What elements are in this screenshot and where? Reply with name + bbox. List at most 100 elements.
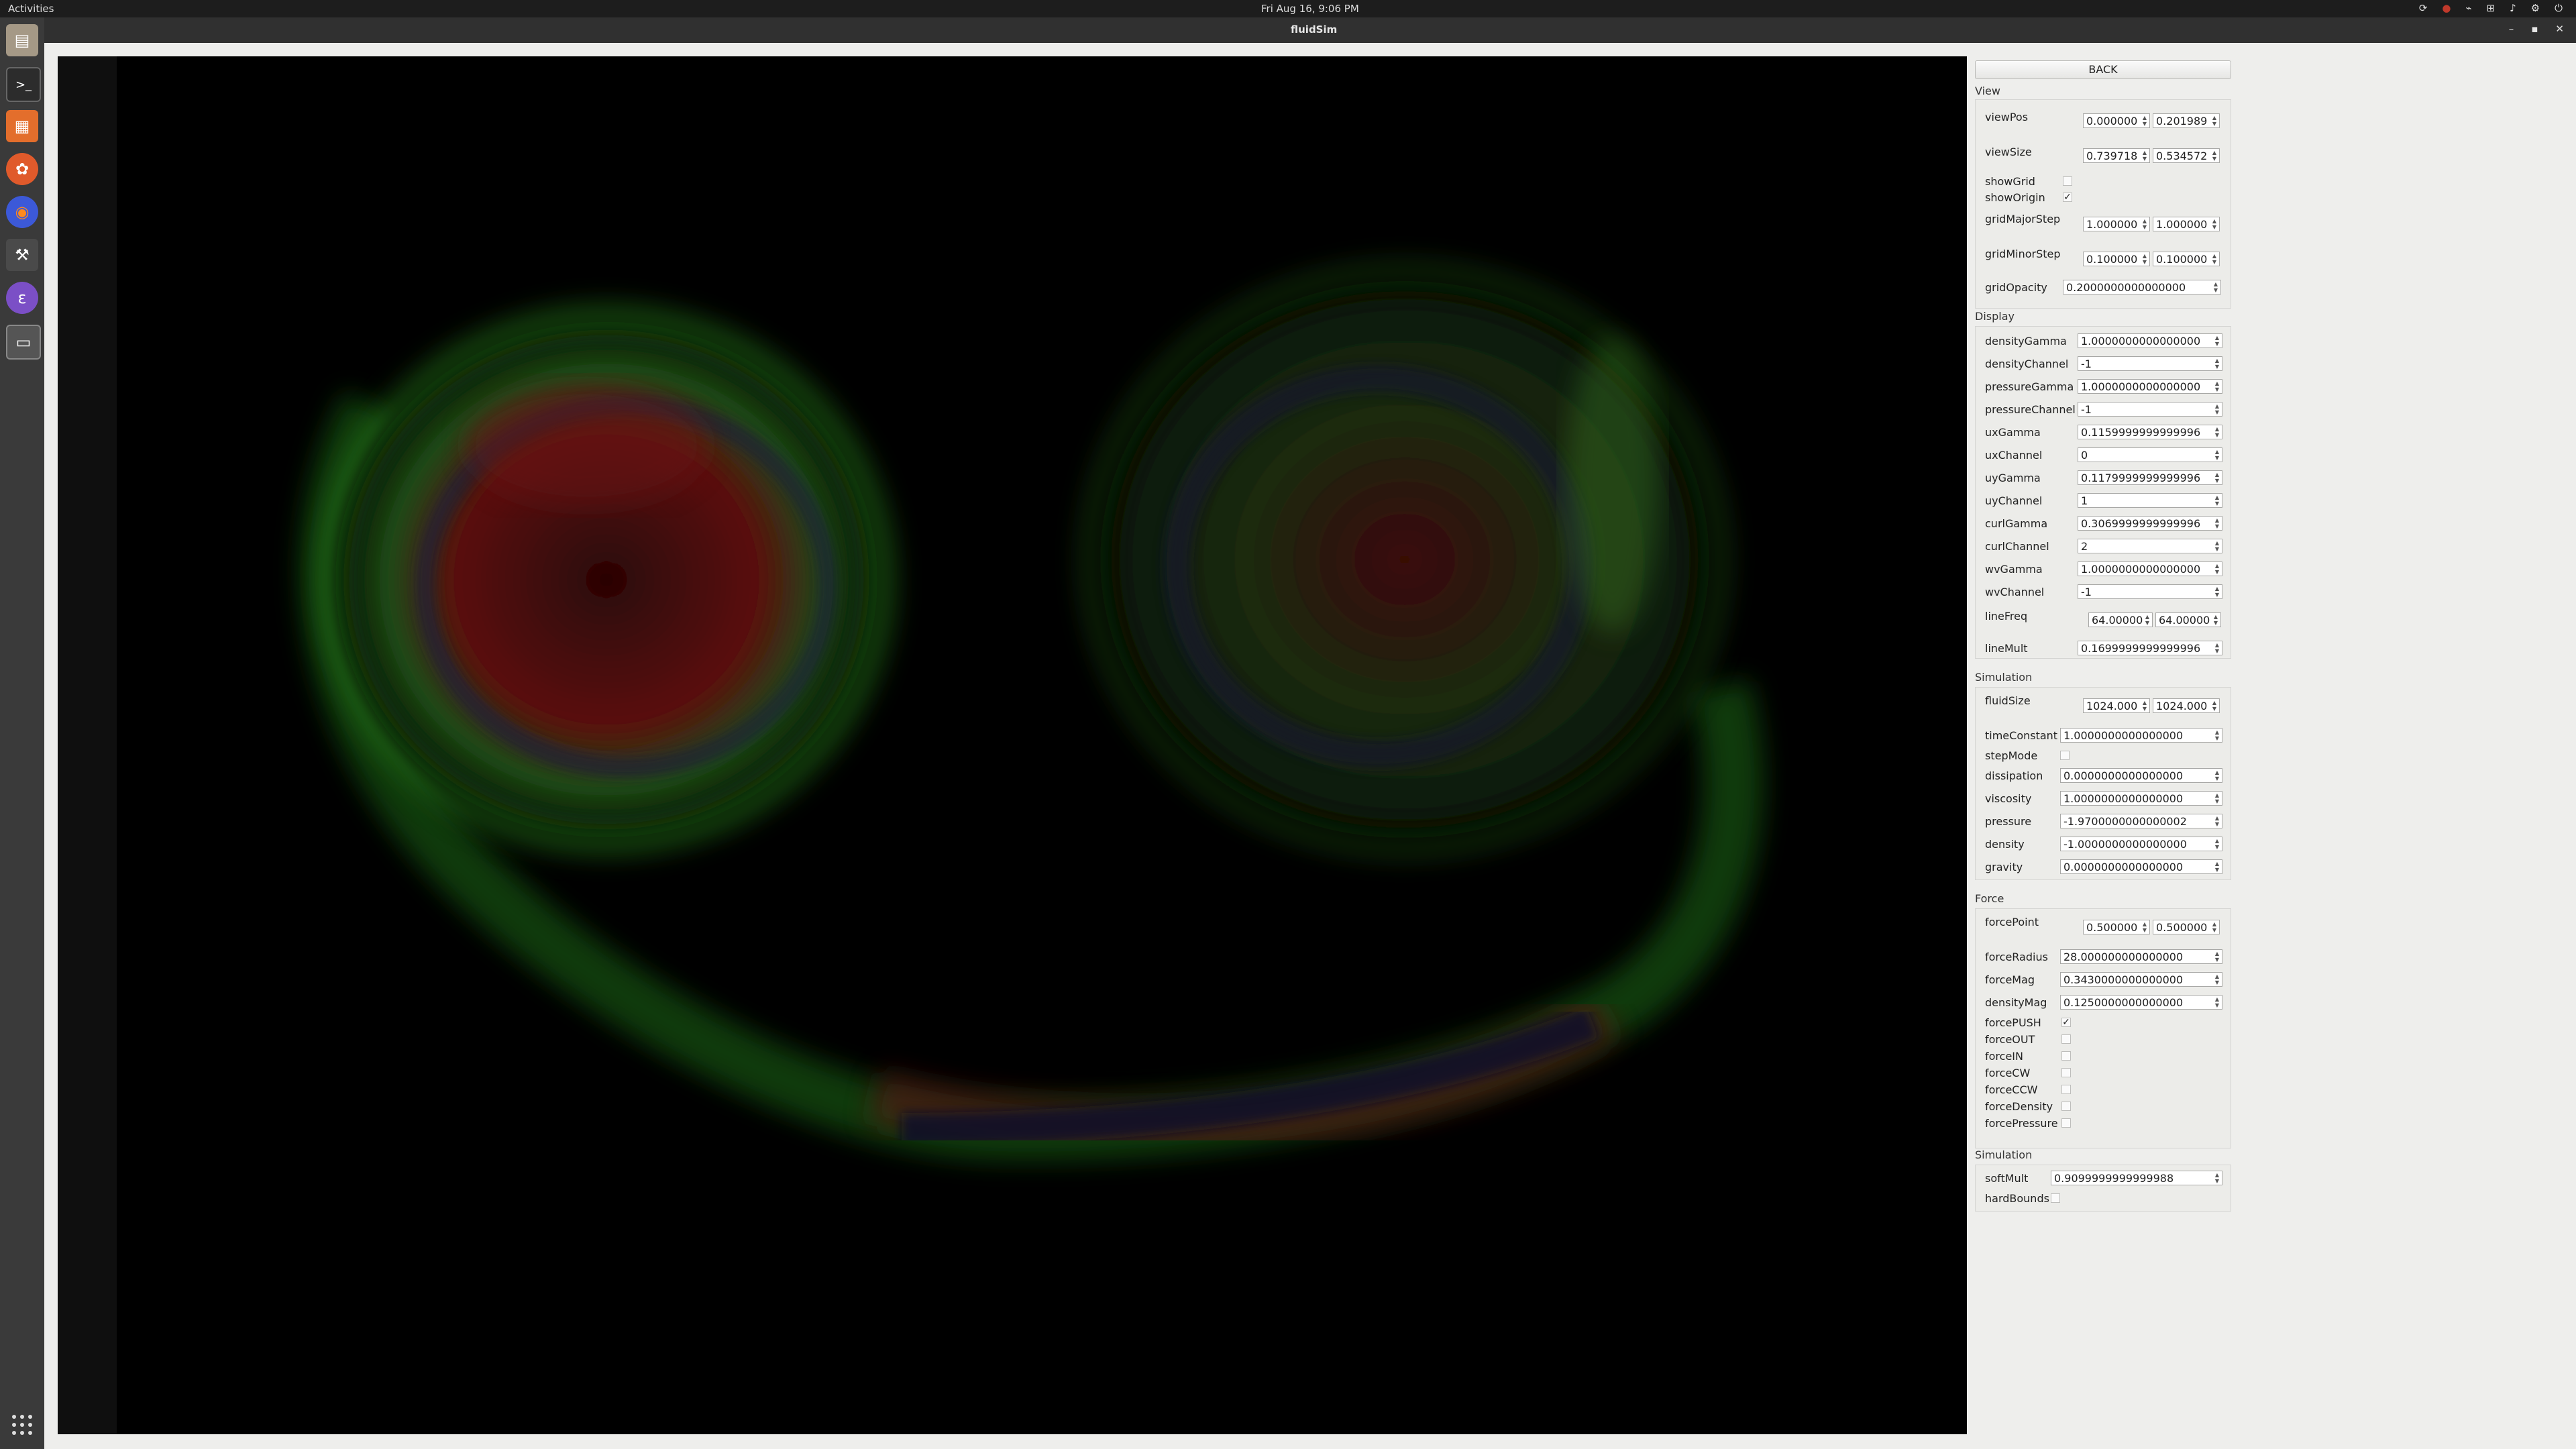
spinner-icon: ▲ ▼ [2214,769,2220,782]
screenshot-icon[interactable]: ▭ [6,325,41,360]
force-group: forcePoint 0.500000 ▲ ▼ 0.500000 ▲ ▼ forceRa… [1975,908,2231,1148]
wvchannel-label: wvChannel [1985,586,2045,598]
uxgamma-input[interactable]: 0.1159999999999996 ▲ ▼ [2078,425,2222,439]
linefreq-x-input[interactable]: 64.00000 ▲ ▼ [2088,612,2153,627]
viewpos-y-input[interactable]: 0.201989 ▲ ▼ [2153,113,2220,128]
spinner-icon: ▲ ▼ [2212,921,2217,933]
curlchannel-label: curlChannel [1985,540,2049,553]
curlgamma-input[interactable]: 0.3069999999999996 ▲ ▼ [2078,516,2222,531]
software-icon[interactable]: ✿ [6,153,38,185]
forcepoint-x-input[interactable]: 0.500000 ▲ ▼ [2083,920,2150,934]
uygamma-input[interactable]: 0.1179999999999996 ▲ ▼ [2078,470,2222,485]
sync-icon[interactable]: ⟳ [2419,2,2428,14]
window-controls: – ▪ ✕ [2509,23,2564,35]
spinner-icon: ▲ ▼ [2142,150,2147,162]
viscosity-input[interactable]: 1.0000000000000000 ▲ ▼ [2060,791,2222,806]
timeconstant-input[interactable]: 1.0000000000000000 ▲ ▼ [2060,728,2222,743]
curlchannel-input[interactable]: 2 ▲ ▼ [2078,539,2222,553]
alert-icon[interactable]: ● [2442,2,2451,14]
pressure-input[interactable]: -1.9700000000000002 ▲ ▼ [2060,814,2222,828]
densitygamma-input[interactable]: 1.0000000000000000 ▲ ▼ [2078,333,2222,348]
viewsize-y-input[interactable]: 0.534572 ▲ ▼ [2153,148,2220,163]
spinner-icon: ▲ ▼ [2212,253,2217,265]
app-icon[interactable]: ▦ [6,110,38,142]
linefreq-y-input[interactable]: 64.00000 ▲ ▼ [2155,612,2221,627]
fluid-canvas[interactable] [117,56,1967,1434]
terminal-icon[interactable]: >_ [6,67,41,102]
clock[interactable]: Fri Aug 16, 9:06 PM [1261,3,1359,15]
densitymag-input[interactable]: 0.1250000000000000 ▲ ▼ [2060,995,2222,1010]
minimize-icon[interactable]: – [2509,23,2514,35]
viewpos-x-input[interactable]: 0.000000 ▲ ▼ [2083,113,2150,128]
forcepressure-checkbox[interactable] [2061,1118,2071,1128]
densitychannel-input[interactable]: -1 ▲ ▼ [2078,356,2222,371]
power-icon[interactable]: ⏻ [2555,2,2563,14]
spinner-icon: ▲ ▼ [2214,838,2220,850]
settings-icon[interactable]: ⚙ [2531,2,2540,14]
density-input[interactable]: -1.0000000000000000 ▲ ▼ [2060,837,2222,851]
spinner-icon: ▲ ▼ [2142,921,2147,933]
spinner-icon: ▲ ▼ [2214,815,2220,827]
fluid-render [299,261,1764,1161]
uychannel-input[interactable]: 1 ▲ ▼ [2078,493,2222,508]
gridmajorstep-y-input[interactable]: 1.000000 ▲ ▼ [2153,217,2220,231]
forceout-checkbox[interactable] [2061,1034,2071,1044]
gridminorstep-y-input[interactable]: 0.100000 ▲ ▼ [2153,252,2220,266]
gridmajorstep-x-input[interactable]: 1.000000 ▲ ▼ [2083,217,2150,231]
display-group: densityGamma 1.0000000000000000 ▲ ▼ densit… [1975,326,2231,659]
forceccw-checkbox[interactable] [2061,1085,2071,1094]
maximize-icon[interactable]: ▪ [2531,23,2538,35]
window-titlebar[interactable]: fluidSim – ▪ ✕ [0,17,2576,43]
app-grid-icon[interactable] [10,1413,34,1437]
close-icon[interactable]: ✕ [2555,23,2564,35]
pressurechannel-input[interactable]: -1 ▲ ▼ [2078,402,2222,417]
uxchannel-input[interactable]: 0 ▲ ▼ [2078,447,2222,462]
forceradius-input[interactable]: 28.000000000000000 ▲ ▼ [2060,949,2222,964]
uxgamma-label: uxGamma [1985,426,2041,439]
spinner-icon: ▲ ▼ [2212,150,2217,162]
dissipation-input[interactable]: 0.0000000000000000 ▲ ▼ [2060,768,2222,783]
showorigin-checkbox[interactable]: ✓ [2063,193,2072,202]
forcecw-checkbox[interactable] [2061,1068,2071,1077]
timeconstant-label: timeConstant [1985,729,2058,742]
section-title-display: Display [1975,310,2015,323]
hardbounds-checkbox[interactable] [2051,1193,2060,1203]
gridopacity-input[interactable]: 0.2000000000000000 ▲ ▼ [2063,280,2221,294]
files-icon[interactable]: ▤ [6,24,38,56]
volume-icon[interactable]: ♪ [2510,2,2516,14]
forcepoint-y-input[interactable]: 0.500000 ▲ ▼ [2153,920,2220,934]
forcein-checkbox[interactable] [2061,1051,2071,1061]
viewsize-x-input[interactable]: 0.739718 ▲ ▼ [2083,148,2150,163]
linemult-input[interactable]: 0.1699999999999996 ▲ ▼ [2078,641,2222,655]
system-tray[interactable]: ⟳ ● ⌁ ⊞ ♪ ⚙ ⏻ [2419,2,2563,14]
emacs-icon[interactable]: ε [6,282,38,314]
gridminorstep-x-input[interactable]: 0.100000 ▲ ▼ [2083,252,2150,266]
density-label: density [1985,838,2025,851]
pressurechannel-label: pressureChannel [1985,403,2076,416]
softmult-input[interactable]: 0.9099999999999988 ▲ ▼ [2051,1171,2222,1185]
spinner-icon: ▲ ▼ [2214,426,2220,438]
spinner-icon: ▲ ▼ [2212,218,2217,230]
pressuregamma-label: pressureGamma [1985,380,2074,393]
forceccw-label: forceCCW [1985,1083,2038,1096]
tools-icon[interactable]: ⚒ [6,239,38,271]
network-icon[interactable]: ⊞ [2487,2,2496,14]
spinner-icon: ▲ ▼ [2214,335,2220,347]
forcedensity-checkbox[interactable] [2061,1102,2071,1111]
showgrid-checkbox[interactable] [2063,176,2072,186]
forcepush-checkbox[interactable]: ✓ [2061,1018,2071,1027]
firefox-icon[interactable]: ◉ [6,196,38,228]
fluidsize-y-input[interactable]: 1024.000 ▲ ▼ [2153,698,2220,713]
fluidsize-x-input[interactable]: 1024.000 ▲ ▼ [2083,698,2150,713]
pressure-label: pressure [1985,815,2032,828]
showgrid-label: showGrid [1985,175,2035,188]
wvgamma-input[interactable]: 1.0000000000000000 ▲ ▼ [2078,561,2222,576]
wifi-off-icon[interactable]: ⌁ [2465,2,2471,14]
stepmode-checkbox[interactable] [2060,751,2070,760]
forcemag-input[interactable]: 0.3430000000000000 ▲ ▼ [2060,972,2222,987]
back-button[interactable]: BACK [1975,60,2231,79]
pressuregamma-input[interactable]: 1.0000000000000000 ▲ ▼ [2078,379,2222,394]
activities-button[interactable]: Activities [8,3,54,15]
gravity-input[interactable]: 0.0000000000000000 ▲ ▼ [2060,859,2222,874]
wvchannel-input[interactable]: -1 ▲ ▼ [2078,584,2222,599]
